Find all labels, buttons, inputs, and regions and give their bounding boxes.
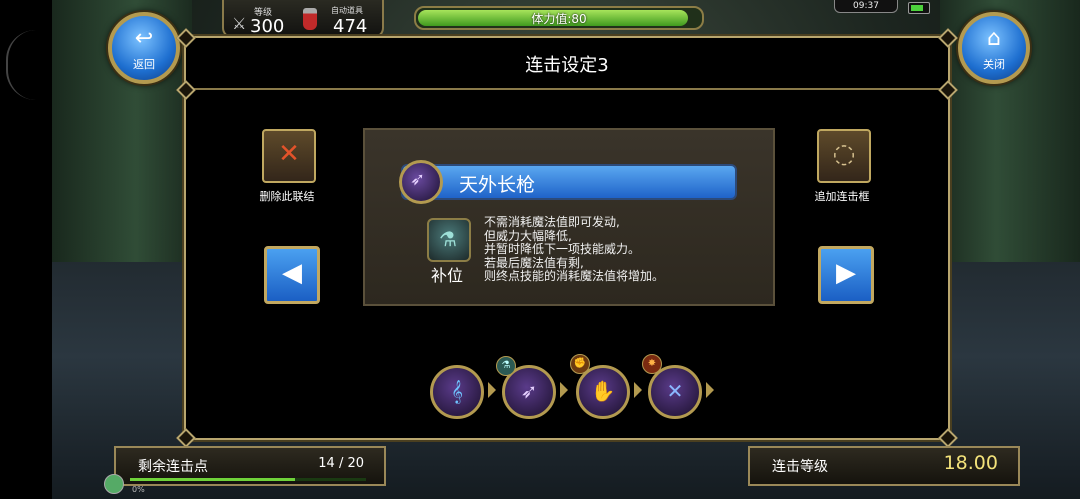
auto-item-label: 自动道具 <box>331 6 363 15</box>
back-arrow-icon: ↩ <box>134 26 154 51</box>
experience-icon <box>104 474 124 494</box>
burst-badge-icon: ✸ <box>642 354 662 374</box>
chain-arrow <box>560 382 568 398</box>
add-combo-slot-label: 追加连击框 <box>814 190 870 203</box>
chain-arrow <box>634 382 642 398</box>
remaining-combo-points-panel: 剩余连击点 14 / 20 <box>114 446 386 486</box>
clock: 09:37 <box>834 0 898 13</box>
combo-points-value: 14 / 20 <box>318 456 364 471</box>
potion-icon <box>303 8 317 30</box>
combo-level-value: 18.00 <box>943 452 998 474</box>
position-potion-icon: ⚗ <box>427 218 471 262</box>
add-ring-icon: ◌ <box>832 139 856 169</box>
wind-blade-icon: 𝄞 <box>451 379 463 403</box>
skill-description-line: 不需消耗魔法值即可发动, <box>484 215 620 229</box>
lance-icon: ➶ <box>520 379 538 403</box>
stamina-bar: 体力值:80 <box>414 6 704 30</box>
previous-skill-button[interactable]: ◀ <box>264 246 320 304</box>
arrow-left-icon: ◀ <box>282 258 302 288</box>
close-label: 关闭 <box>983 58 1005 71</box>
back-button[interactable]: ↩ 返回 <box>108 12 180 84</box>
level-value: 300 <box>250 16 285 37</box>
skill-detail-box: 天外长枪 ➶ ⚗ 补位 不需消耗魔法值即可发动, 但威力大幅降低, 并暂时降低下… <box>363 128 775 306</box>
chain-arrow <box>488 382 496 398</box>
skill-description-line: 若最后魔法值有剩, <box>484 255 584 270</box>
delete-link-label: 删除此联结 <box>259 190 315 203</box>
skill-description-line: 但威力大幅降低, <box>484 228 572 243</box>
skill-name-bar[interactable]: 天外长枪 <box>401 164 737 200</box>
battery-icon <box>908 2 930 14</box>
position-label: 补位 <box>431 266 464 285</box>
add-combo-slot-button[interactable]: ◌ <box>817 129 871 183</box>
panel-title: 连击设定3 <box>525 55 609 76</box>
stamina-text: 体力值:80 <box>531 12 587 26</box>
experience-percent: 0% <box>132 485 145 494</box>
auto-item-value: 474 <box>333 16 368 37</box>
combo-settings-panel: 连击设定3 ✕ 删除此联结 ◌ 追加连击框 ◀ ▶ 天外长枪 ➶ ⚗ 补位 不需… <box>176 28 958 448</box>
combo-points-bar <box>130 478 366 481</box>
skill-description-line: 则终点技能的消耗魔法值将增加。 <box>484 269 665 283</box>
sword-icon: ⚔ <box>232 14 247 33</box>
close-icon: ✕ <box>278 139 300 169</box>
combo-points-label: 剩余连击点 <box>138 459 208 475</box>
skill-name: 天外长枪 <box>459 174 536 196</box>
left-black-strip <box>0 0 52 499</box>
close-button[interactable]: ⌂ 关闭 <box>958 12 1030 84</box>
arrow-right-icon: ▶ <box>836 258 856 288</box>
combo-level-panel: 连击等级 18.00 <box>748 446 1020 486</box>
next-skill-button[interactable]: ▶ <box>818 246 874 304</box>
palm-strike-icon: ✋ <box>590 379 616 403</box>
cross-slash-icon: ✕ <box>666 379 684 403</box>
potion-badge-icon: ⚗ <box>496 356 516 376</box>
combo-node-1[interactable]: 𝄞 <box>430 365 484 419</box>
skill-description-line: 并暂时降低下一项技能威力。 <box>484 242 641 256</box>
fist-badge-icon: ✊ <box>570 354 590 374</box>
chain-arrow <box>706 382 714 398</box>
panel-title-bar: 连击设定3 <box>186 38 948 90</box>
home-icon: ⌂ <box>987 26 1001 51</box>
combo-level-label: 连击等级 <box>772 459 828 475</box>
skill-description: 不需消耗魔法值即可发动, 但威力大幅降低, 并暂时降低下一项技能威力。 若最后魔… <box>484 215 665 284</box>
lance-icon: ➶ <box>399 160 443 204</box>
delete-link-button[interactable]: ✕ <box>262 129 316 183</box>
back-label: 返回 <box>133 58 155 71</box>
